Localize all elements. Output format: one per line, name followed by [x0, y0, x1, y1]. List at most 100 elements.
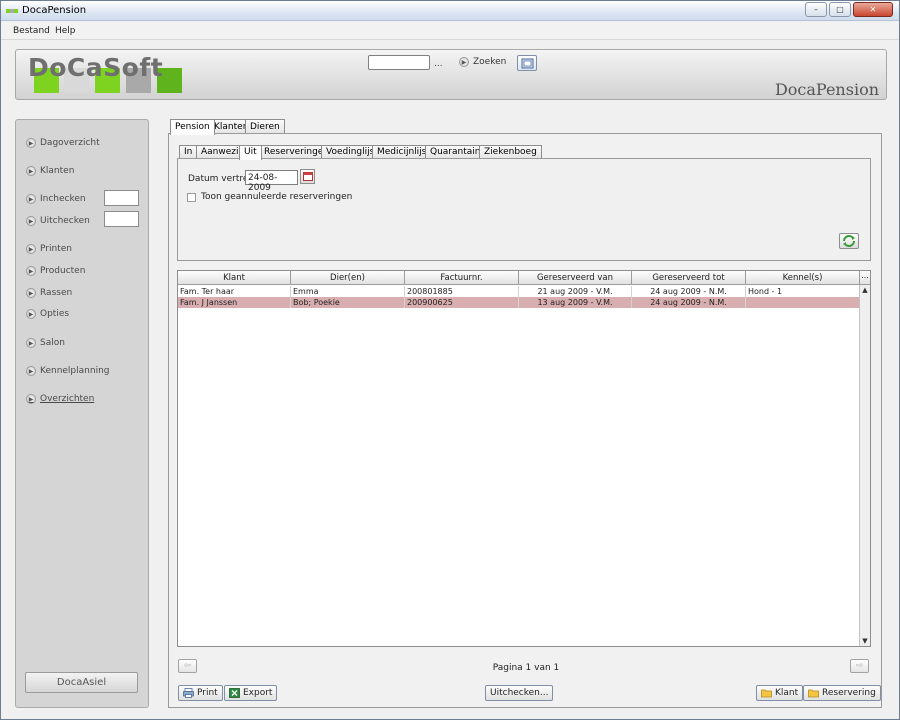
arrow-right-icon: ▶	[26, 266, 36, 276]
table-header: Klant Dier(en) Factuurnr. Gereserveerd v…	[178, 271, 860, 285]
pagination-label: Pagina 1 van 1	[492, 663, 560, 673]
cell-klant: Fam. Ter haar	[178, 286, 291, 297]
vertical-scrollbar[interactable]: ▲ ▼	[859, 285, 870, 646]
arrow-right-icon: ▶	[26, 338, 36, 348]
menu-bestand[interactable]: Bestand	[13, 26, 50, 36]
cell-factuurnr: 200801885	[405, 286, 519, 297]
sidebar-item-label: Overzichten	[40, 394, 95, 404]
cell-kennels	[746, 297, 860, 308]
sidebar-item-kennelplanning[interactable]: ▶ Kennelplanning	[26, 366, 110, 376]
sidebar-item-printen[interactable]: ▶ Printen	[26, 244, 72, 254]
column-header-kennels[interactable]: Kennel(s)	[746, 271, 860, 285]
tab-ziekenboeg[interactable]: Ziekenboeg	[479, 145, 542, 159]
close-icon: ✕	[869, 4, 877, 14]
reservations-table: Klant Dier(en) Factuurnr. Gereserveerd v…	[177, 270, 871, 647]
calendar-button[interactable]	[300, 169, 315, 184]
docaasiel-button[interactable]: DocaAsiel	[25, 672, 138, 693]
column-header-factuurnr[interactable]: Factuurnr.	[405, 271, 519, 285]
export-label: Export	[243, 688, 273, 698]
tab-uit[interactable]: Uit	[239, 145, 262, 160]
title-bar: DocaPension – □ ✕	[1, 1, 899, 21]
search-options-button[interactable]: ...	[434, 59, 443, 69]
cell-gereserveerd-tot: 24 aug 2009 - N.M.	[632, 297, 746, 308]
filter-panel: Datum vertrek 24-08-2009 Toon geannuleer…	[177, 158, 871, 261]
arrow-right-icon: ▶	[26, 138, 36, 148]
arrow-right-icon: ▶	[459, 57, 469, 67]
logo-text: DoCaSoft	[28, 53, 164, 82]
sidebar-item-overzichten[interactable]: ▶ Overzichten	[26, 394, 94, 404]
search-input[interactable]	[368, 55, 430, 70]
table-row[interactable]: Fam. J Janssen Bob; Poekie 200900625 13 …	[178, 297, 860, 308]
window-controls: – □ ✕	[803, 2, 893, 17]
calendar-icon	[302, 172, 313, 181]
scroll-up-icon[interactable]: ▲	[860, 285, 870, 295]
sidebar-item-label: Uitchecken	[40, 216, 90, 226]
arrow-right-icon: ▶	[26, 216, 36, 226]
sidebar-item-label: Rassen	[40, 288, 73, 298]
sidebar: ▶ Dagoverzicht ▶ Klanten ▶ Inchecken ▶ Uitch…	[15, 119, 149, 708]
refresh-button[interactable]	[839, 233, 859, 249]
column-header-dieren[interactable]: Dier(en)	[291, 271, 405, 285]
search-button[interactable]: ▶ Zoeken	[459, 57, 506, 67]
menu-help[interactable]: Help	[55, 26, 76, 36]
tab-in[interactable]: In	[179, 145, 198, 159]
search-tool-button[interactable]	[517, 55, 537, 71]
sidebar-item-label: Kennelplanning	[40, 366, 110, 376]
column-header-gereserveerd-tot[interactable]: Gereserveerd tot	[632, 271, 746, 285]
cell-dieren: Emma	[291, 286, 405, 297]
folder-icon	[761, 689, 772, 698]
inchecken-input[interactable]	[104, 190, 139, 206]
toon-geannuleerde-checkbox[interactable]	[187, 192, 196, 202]
tab-dieren[interactable]: Dieren	[245, 119, 285, 134]
maximize-icon: □	[836, 4, 844, 14]
minimize-button[interactable]: –	[805, 2, 827, 17]
maximize-button[interactable]: □	[829, 2, 851, 17]
sidebar-item-uitchecken[interactable]: ▶ Uitchecken	[26, 216, 90, 226]
klant-button[interactable]: Klant	[756, 685, 804, 701]
datum-vertrek-input[interactable]: 24-08-2009	[245, 170, 298, 193]
column-chooser-button[interactable]: ...	[859, 271, 870, 285]
sidebar-item-rassen[interactable]: ▶ Rassen	[26, 288, 72, 298]
sidebar-item-opties[interactable]: ▶ Opties	[26, 309, 69, 319]
sidebar-item-dagoverzicht[interactable]: ▶ Dagoverzicht	[26, 138, 100, 148]
sidebar-item-klanten[interactable]: ▶ Klanten	[26, 166, 74, 176]
sidebar-item-label: Printen	[40, 244, 72, 254]
cell-kennels: Hond - 1	[746, 286, 860, 297]
export-button[interactable]: Export	[224, 685, 278, 701]
printer-icon	[183, 688, 194, 698]
sidebar-item-inchecken[interactable]: ▶ Inchecken	[26, 194, 86, 204]
toon-geannuleerde-row[interactable]: Toon geannuleerde reserveringen	[187, 192, 352, 202]
arrow-right-icon: ▶	[26, 394, 36, 404]
print-button[interactable]: Print	[178, 685, 223, 701]
tab-pension[interactable]: Pension	[170, 119, 215, 135]
cell-factuurnr: 200900625	[405, 297, 519, 308]
uitchecken-button[interactable]: Uitchecken...	[485, 685, 554, 701]
search-label: Zoeken	[473, 57, 507, 67]
arrow-right-icon: ⇨	[855, 661, 864, 671]
arrow-right-icon: ▶	[26, 244, 36, 254]
window-title: DocaPension	[22, 5, 87, 16]
next-page-button[interactable]: ⇨	[850, 659, 869, 673]
print-label: Print	[197, 688, 218, 698]
sidebar-item-label: Klanten	[40, 166, 75, 176]
table-row[interactable]: Fam. Ter haar Emma 200801885 21 aug 2009…	[178, 286, 860, 297]
sidebar-item-producten[interactable]: ▶ Producten	[26, 266, 85, 276]
close-button[interactable]: ✕	[853, 2, 893, 17]
klant-label: Klant	[775, 688, 799, 698]
docasoft-logo: DoCaSoft	[28, 53, 198, 95]
refresh-icon	[843, 235, 855, 247]
sidebar-item-label: Inchecken	[40, 194, 86, 204]
reservering-button[interactable]: Reservering	[803, 685, 881, 701]
app-window: DocaPension – □ ✕ Bestand Help DoCaSoft …	[0, 0, 900, 720]
app-icon	[6, 9, 18, 13]
column-header-gereserveerd-van[interactable]: Gereserveerd van	[519, 271, 632, 285]
column-header-klant[interactable]: Klant	[178, 271, 291, 285]
folder-icon	[808, 689, 819, 698]
scroll-down-icon[interactable]: ▼	[860, 636, 870, 646]
minimize-icon: –	[814, 4, 818, 14]
uitchecken-input[interactable]	[104, 211, 139, 227]
sidebar-item-label: Salon	[40, 338, 65, 348]
sidebar-item-label: Opties	[40, 309, 70, 319]
sidebar-item-salon[interactable]: ▶ Salon	[26, 338, 65, 348]
brand-title: DocaPension	[774, 80, 879, 99]
